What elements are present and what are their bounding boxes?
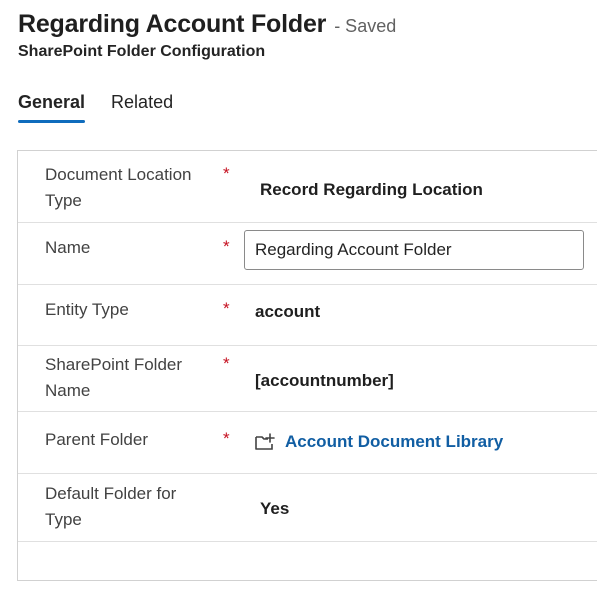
title-row: Regarding Account Folder - Saved [18, 10, 597, 39]
field-row-default-folder-for-type: Default Folder for Type Yes [18, 474, 597, 542]
required-marker: * [223, 429, 230, 448]
sharepoint-folder-name-value[interactable]: [accountnumber] [255, 371, 394, 391]
tab-general[interactable]: General [18, 92, 86, 123]
required-marker: * [223, 354, 230, 373]
folder-plus-icon [254, 432, 276, 452]
save-status: - Saved [334, 16, 397, 36]
parent-folder-lookup[interactable]: Account Document Library [254, 432, 503, 452]
name-label: Name [45, 238, 91, 257]
field-row-document-location-type: Document Location Type * Record Regardin… [18, 154, 597, 223]
field-row-sharepoint-folder-name: SharePoint Folder Name * [accountnumber] [18, 346, 597, 412]
required-marker: * [223, 237, 230, 256]
field-row-entity-type: Entity Type * account [18, 285, 597, 346]
required-marker: * [223, 164, 230, 183]
required-marker: * [223, 299, 230, 318]
default-folder-for-type-label: Default Folder for Type [45, 484, 177, 529]
tab-list: General Related [18, 92, 173, 123]
field-row-name: Name * [18, 223, 597, 285]
default-folder-for-type-value[interactable]: Yes [260, 499, 289, 519]
sharepoint-folder-name-label: SharePoint Folder Name [45, 355, 183, 400]
form-header: Regarding Account Folder - Saved SharePo… [18, 10, 597, 61]
tab-related[interactable]: Related [111, 92, 173, 123]
entity-type-value[interactable]: account [255, 302, 320, 322]
page-title: Regarding Account Folder [18, 10, 327, 38]
document-location-type-value[interactable]: Record Regarding Location [260, 180, 483, 200]
name-input[interactable] [244, 230, 584, 270]
field-row-parent-folder: Parent Folder * Account Document Library [18, 412, 597, 474]
parent-folder-label: Parent Folder [45, 430, 148, 449]
document-location-type-label: Document Location Type [45, 165, 192, 210]
parent-folder-link[interactable]: Account Document Library [285, 432, 503, 452]
entity-type-label: Entity Type [45, 300, 129, 319]
entity-subtitle: SharePoint Folder Configuration [18, 43, 266, 60]
